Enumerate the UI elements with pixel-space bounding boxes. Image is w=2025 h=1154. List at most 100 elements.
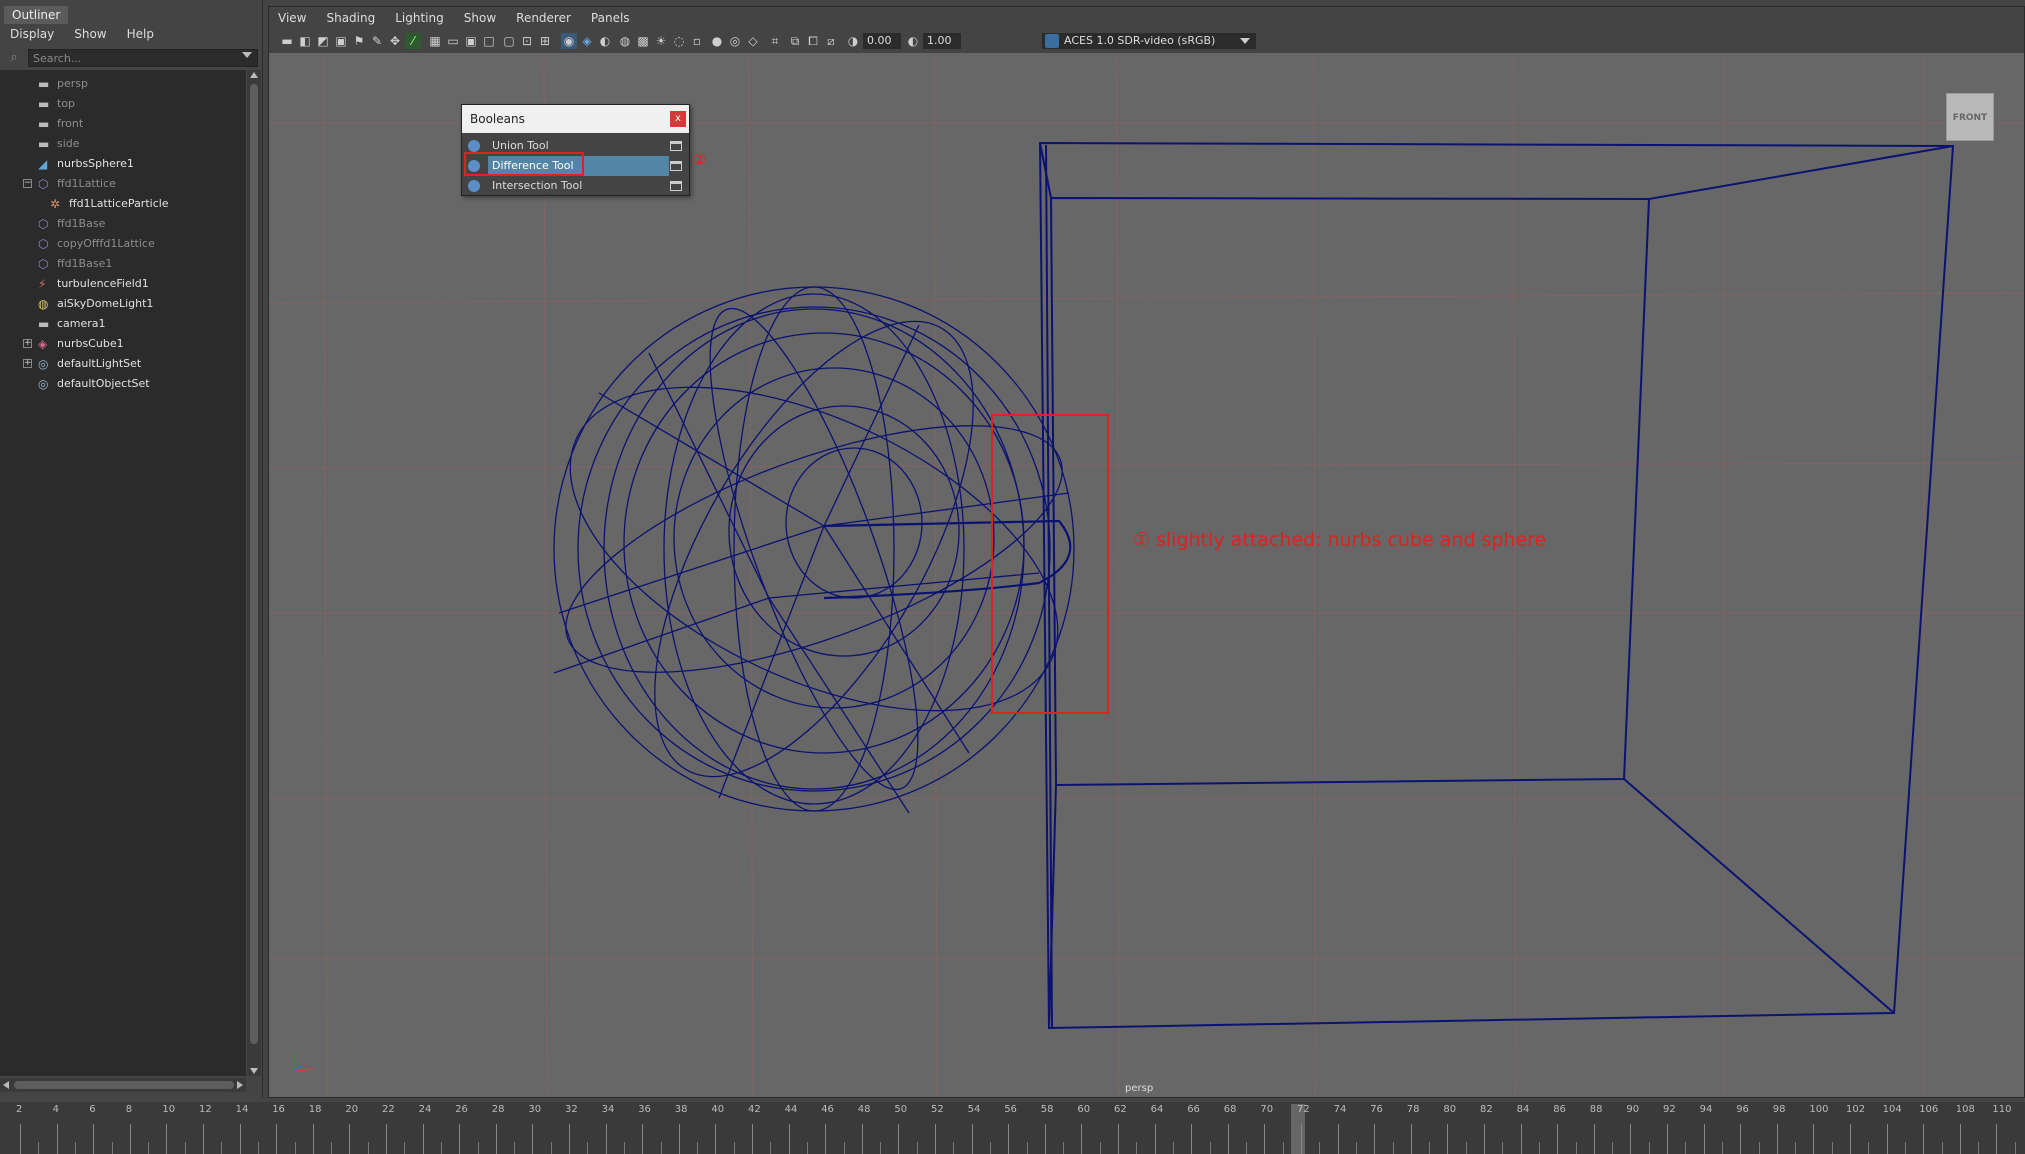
outliner-search-input[interactable] xyxy=(28,49,258,67)
outliner-item[interactable]: ▬ persp xyxy=(0,74,246,94)
shadows-icon[interactable]: ☀ xyxy=(653,33,669,49)
bookmark-icon[interactable]: ◩ xyxy=(315,33,331,49)
scrollbar-thumb[interactable] xyxy=(250,84,258,1044)
outliner-item[interactable]: ⬡ copyOfffd1Lattice xyxy=(0,234,246,254)
frame-tick-minor xyxy=(770,1142,772,1154)
menu-renderer[interactable]: Renderer xyxy=(516,7,571,29)
show-hud-icon[interactable]: ⧉ xyxy=(787,33,803,49)
option-box-icon[interactable] xyxy=(670,161,682,171)
field-chart-icon[interactable]: □ xyxy=(481,33,497,49)
filter-icon[interactable]: ⌕ xyxy=(6,50,22,66)
gamma-icon[interactable]: ◐ xyxy=(905,33,921,49)
menu-panels[interactable]: Panels xyxy=(591,7,630,29)
close-icon[interactable]: x xyxy=(670,111,686,127)
outliner-item[interactable]: ▬ front xyxy=(0,114,246,134)
frame-tick-label: 108 xyxy=(1955,1104,1975,1115)
option-box-icon[interactable] xyxy=(670,141,682,151)
outliner-tab[interactable]: Outliner xyxy=(4,6,69,24)
expand-icon[interactable]: + xyxy=(23,339,32,348)
scroll-down-icon[interactable] xyxy=(250,1068,258,1074)
outliner-item[interactable]: ⚡ turbulenceField1 xyxy=(0,274,246,294)
frame-tick-label: 12 xyxy=(199,1104,212,1115)
motion-blur-icon[interactable]: ▫ xyxy=(689,33,705,49)
menu-display[interactable]: Display xyxy=(10,24,54,44)
gate-mask-icon[interactable]: ▣ xyxy=(463,33,479,49)
chevron-down-icon[interactable] xyxy=(1240,38,1250,44)
default-material-icon[interactable]: ◍ xyxy=(617,33,633,49)
film-gate-icon[interactable]: ▦ xyxy=(427,33,443,49)
scrollbar-thumb[interactable] xyxy=(14,1081,234,1089)
menu-show[interactable]: Show xyxy=(464,7,496,29)
time-slider[interactable]: 2 4 6 8 10 12 14 16 18 20 22 24 26 28 30 32 34 36 38 40 42 44… xyxy=(0,1102,2025,1154)
nurbs-sphere-wireframe[interactable] xyxy=(522,273,1107,825)
outliner-item[interactable]: ◍ aiSkyDomeLight1 xyxy=(0,294,246,314)
frame-tick-minor xyxy=(404,1142,406,1154)
exposure-field[interactable]: 0.00 xyxy=(863,33,901,49)
safe-action-icon[interactable]: ▢ xyxy=(501,33,517,49)
isolate-select-icon[interactable]: ⌗ xyxy=(767,33,783,49)
frame-tick-minor xyxy=(916,1142,918,1154)
menu-view[interactable]: View xyxy=(278,7,306,29)
outliner-item[interactable]: + ◈ nurbsCube1 xyxy=(0,334,246,354)
image-plane-icon[interactable]: ▣ xyxy=(333,33,349,49)
use-all-lights-icon[interactable]: ▩ xyxy=(635,33,651,49)
scroll-up-icon[interactable] xyxy=(250,72,258,78)
exposure-icon[interactable]: ◑ xyxy=(845,33,861,49)
3d-viewport[interactable]: FRONT ① slightly attached: nurbs cube an… xyxy=(269,53,2024,1097)
outliner-item[interactable]: + ◎ defaultLightSet xyxy=(0,354,246,374)
frame-tick xyxy=(166,1124,168,1154)
resolution-gate-icon[interactable]: ▭ xyxy=(445,33,461,49)
menu-help[interactable]: Help xyxy=(127,24,154,44)
booleans-menu-title[interactable]: Booleans xyxy=(462,105,689,133)
colorspace-dropdown[interactable]: ACES 1.0 SDR-video (sRGB) xyxy=(1042,33,1256,49)
nurbs-cube-wireframe[interactable] xyxy=(1038,141,1955,1030)
2d-pan-zoom-icon[interactable]: ✎ xyxy=(369,33,385,49)
view-cube[interactable]: FRONT xyxy=(1946,93,1994,141)
outliner-item[interactable]: ▬ camera1 xyxy=(0,314,246,334)
smooth-shade-icon[interactable]: ◉ xyxy=(561,33,577,49)
2d-transform-icon[interactable]: ⧄ xyxy=(823,33,839,49)
menu-show[interactable]: Show xyxy=(74,24,106,44)
color-management-icon[interactable] xyxy=(1045,34,1059,48)
gamma-field[interactable]: 1.00 xyxy=(923,33,961,49)
camera-attributes-icon[interactable]: ◧ xyxy=(297,33,313,49)
safe-title-icon[interactable]: ⊡ xyxy=(519,33,535,49)
grid-toggle-icon[interactable]: ⁄ xyxy=(405,33,421,49)
xray-components-icon[interactable]: ◇ xyxy=(745,33,761,49)
select-camera-icon[interactable]: ▬ xyxy=(279,33,295,49)
menu-shading[interactable]: Shading xyxy=(326,7,375,29)
wireframe-icon[interactable]: ⊞ xyxy=(537,33,553,49)
bookmark-flag-icon[interactable]: ⚑ xyxy=(351,33,367,49)
outliner-item[interactable]: ◎ defaultObjectSet xyxy=(0,374,246,394)
outliner-item[interactable]: ▬ top xyxy=(0,94,246,114)
frame-tick-minor xyxy=(1721,1142,1723,1154)
frame-tick-label: 90 xyxy=(1626,1104,1640,1115)
frame-tick-label: 74 xyxy=(1333,1104,1347,1115)
collapse-icon[interactable]: − xyxy=(23,179,32,188)
expand-icon[interactable]: + xyxy=(23,359,32,368)
outliner-item[interactable]: ⬡ ffd1Base1 xyxy=(0,254,246,274)
axis-gizmo xyxy=(294,1053,314,1072)
scroll-left-icon[interactable] xyxy=(3,1081,9,1089)
wireframe-on-shaded-icon[interactable]: ◈ xyxy=(579,33,595,49)
chevron-down-icon[interactable] xyxy=(242,52,252,58)
grease-pencil-icon[interactable]: ✥ xyxy=(387,33,403,49)
camera-clipping-icon[interactable]: ⧠ xyxy=(805,33,821,49)
scroll-right-icon[interactable] xyxy=(237,1081,243,1089)
outliner-vertical-scrollbar[interactable] xyxy=(247,70,261,1076)
menu-lighting[interactable]: Lighting xyxy=(395,7,444,29)
outliner-item[interactable]: ▬ side xyxy=(0,134,246,154)
textured-icon[interactable]: ◐ xyxy=(597,33,613,49)
xray-icon[interactable]: ● xyxy=(709,33,725,49)
outliner-item[interactable]: ◢ nurbsSphere1 xyxy=(0,154,246,174)
ambient-occlusion-icon[interactable]: ◌ xyxy=(671,33,687,49)
outliner-item[interactable]: − ⬡ ffd1Lattice xyxy=(0,174,246,194)
outliner-item[interactable]: ✲ ffd1LatticeParticle xyxy=(0,194,246,214)
xray-joints-icon[interactable]: ◎ xyxy=(727,33,743,49)
frame-tick-minor xyxy=(953,1142,955,1154)
outliner-horizontal-scrollbar[interactable] xyxy=(0,1078,246,1092)
intersection-tool-item[interactable]: Intersection Tool xyxy=(462,176,691,196)
option-box-icon[interactable] xyxy=(670,181,682,191)
outliner-item[interactable]: ⬡ ffd1Base xyxy=(0,214,246,234)
set-icon: ◎ xyxy=(38,357,49,371)
